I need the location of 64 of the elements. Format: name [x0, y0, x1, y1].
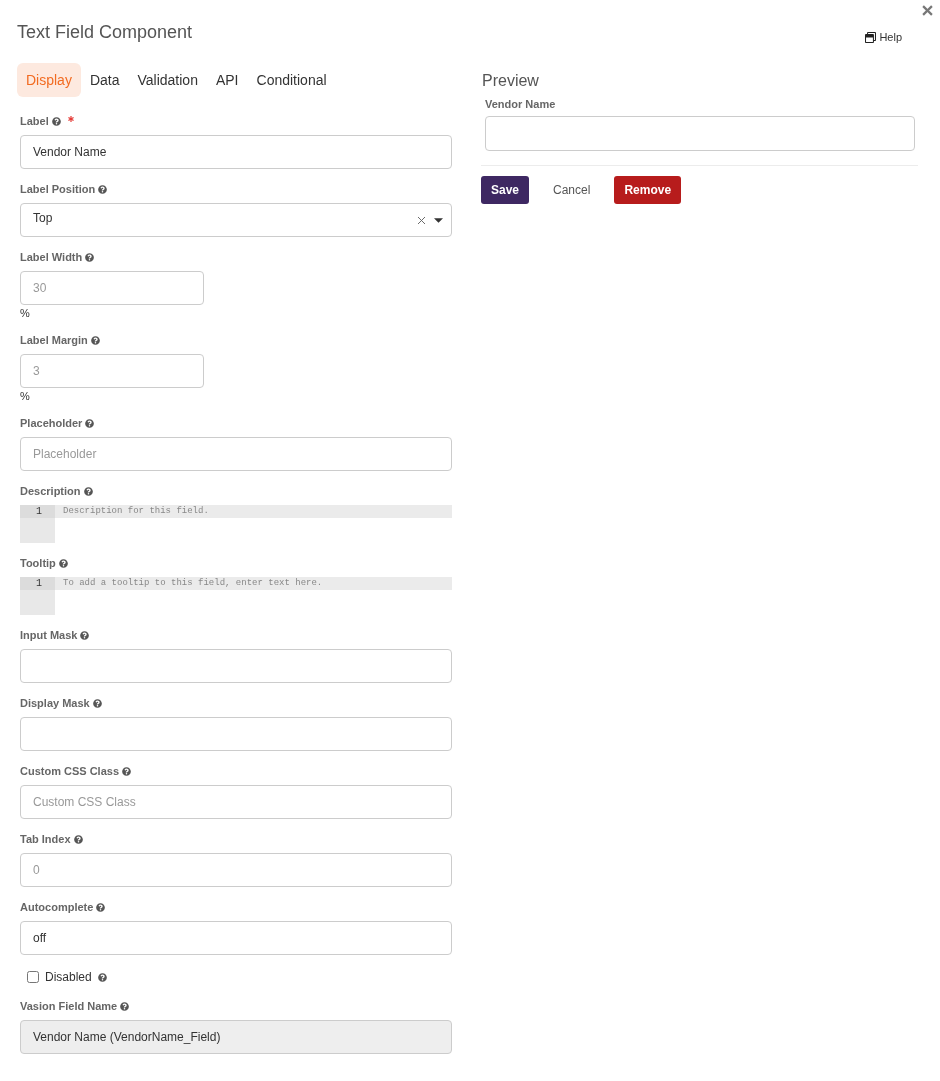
tab[interactable]: API [206, 63, 248, 97]
select-field[interactable]: Top [20, 203, 452, 237]
field-label: Custom CSS Class [20, 764, 120, 778]
close-icon [922, 5, 933, 16]
field-label: Placeholder [20, 416, 83, 430]
help-icon [120, 1001, 130, 1011]
text-field[interactable]: Custom CSS Class [20, 785, 452, 819]
unit-label: % [20, 306, 30, 320]
field-label: Autocomplete [20, 900, 94, 914]
help-icon [73, 834, 83, 844]
unit-label: % [20, 389, 30, 403]
field-label: Label [20, 114, 49, 128]
help-icon [58, 558, 68, 568]
help-icon [85, 418, 95, 428]
field-label: Description [20, 484, 81, 498]
line-number: 1 [36, 505, 42, 518]
help-link[interactable]: Help [865, 30, 902, 44]
help-icon [51, 116, 61, 126]
help-icon [85, 252, 95, 262]
editor-placeholder: To add a tooltip to this field, enter text here. [63, 577, 323, 590]
text-field[interactable] [485, 116, 915, 151]
field-label: Label Width [20, 250, 83, 264]
text-field[interactable] [20, 717, 452, 751]
text-field[interactable]: off [20, 921, 452, 955]
line-number: 1 [36, 577, 42, 590]
field-label: Label Position [20, 182, 96, 196]
help-icon [80, 630, 90, 640]
help-icon [92, 698, 102, 708]
text-field[interactable]: Vendor Name [20, 135, 452, 169]
code-editor[interactable]: 1 To add a tooltip to this field, enter text here. [20, 577, 452, 615]
editor-placeholder: Description for this field. [63, 505, 209, 518]
field-label: Label Margin [20, 333, 88, 347]
number-field[interactable]: 30 [20, 271, 204, 305]
number-field[interactable]: 3 [20, 354, 204, 388]
clear-icon[interactable] [418, 216, 425, 224]
preview-title: Preview [482, 71, 539, 91]
help-icon [96, 902, 106, 912]
checkbox-label: Disabled [45, 970, 92, 984]
tab[interactable]: Validation [128, 63, 207, 97]
text-field[interactable]: 0 [20, 853, 452, 887]
close-button[interactable] [922, 5, 933, 16]
remove-button[interactable]: Remove [614, 176, 682, 204]
field-label: Tab Index [20, 832, 71, 846]
field-label: Vasion Field Name [20, 999, 118, 1013]
cancel-button[interactable]: Cancel [541, 176, 603, 204]
tab[interactable]: Data [80, 63, 129, 97]
code-editor[interactable]: 1 Description for this field. [20, 505, 452, 543]
checkbox[interactable] [27, 971, 39, 983]
help-icon [90, 335, 100, 345]
caret-icon[interactable] [434, 217, 443, 223]
field-label: Tooltip [20, 556, 56, 570]
text-field[interactable]: Placeholder [20, 437, 452, 471]
help-icon [122, 766, 132, 776]
dialog-title: Text Field Component [17, 21, 194, 44]
save-button[interactable]: Save [481, 176, 530, 204]
help-icon [97, 972, 107, 982]
help-icon [98, 184, 108, 194]
help-icon [83, 486, 93, 496]
text-field[interactable] [20, 649, 452, 683]
field-label: Vendor Name [485, 97, 556, 111]
field-label: Display Mask [20, 696, 90, 710]
tab[interactable]: Conditional [247, 63, 336, 97]
field-label: Input Mask [20, 628, 78, 642]
overlapping-windows-icon [865, 31, 877, 43]
